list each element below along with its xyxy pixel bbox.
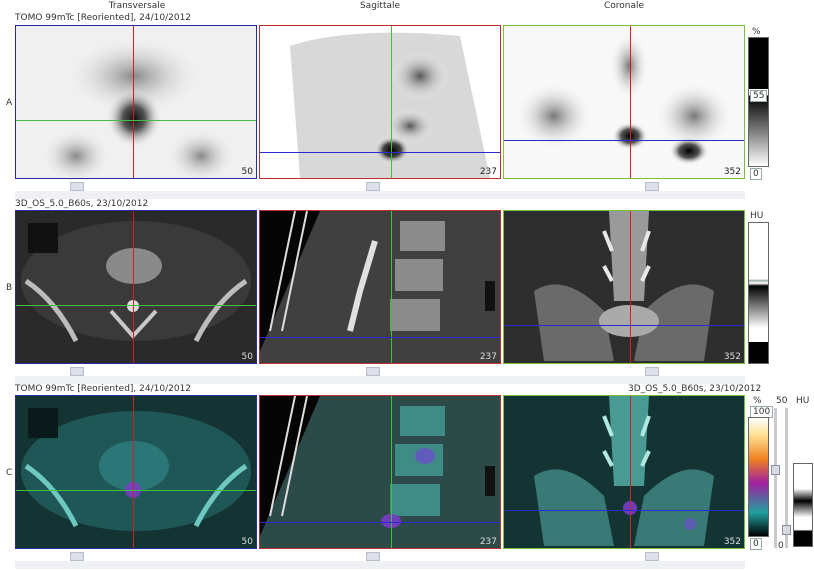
crosshair-vertical xyxy=(391,396,392,548)
opacity-slider-track[interactable] xyxy=(774,408,777,548)
scale-c-unit-right: HU xyxy=(796,396,810,406)
viewport-a-transverse[interactable]: 50 xyxy=(15,25,257,179)
crosshair-vertical xyxy=(391,26,392,178)
scale-a-mid[interactable]: 55 xyxy=(750,90,768,102)
scroll-tab-c-sagittal[interactable] xyxy=(366,552,380,561)
scroll-tab-c-coronal[interactable] xyxy=(645,552,659,561)
crosshair-vertical xyxy=(391,211,392,363)
scroll-tab-b-transverse[interactable] xyxy=(70,367,84,376)
viewport-b-transverse[interactable]: 50 xyxy=(15,210,257,364)
slice-number: 237 xyxy=(479,352,497,362)
viewport-a-coronal[interactable]: 352 xyxy=(503,25,745,179)
scale-a-min[interactable]: 0 xyxy=(750,168,762,180)
column-header-transverse: Transversale xyxy=(108,1,166,11)
scale-c-unit-left: % xyxy=(753,396,762,406)
crosshair-horizontal xyxy=(16,120,256,121)
row-b-separator xyxy=(15,376,745,384)
scale-c-colorbar-right xyxy=(793,463,813,547)
scroll-tab-a-transverse[interactable] xyxy=(70,182,84,191)
ct-transverse-image xyxy=(16,211,256,363)
opacity-slider-knob-upper[interactable] xyxy=(771,465,780,475)
row-a-separator xyxy=(15,191,745,199)
spect-coronal-image xyxy=(504,26,744,178)
crosshair-horizontal xyxy=(260,337,500,338)
column-header-sagittal: Sagittale xyxy=(359,1,401,11)
row-c-header-right: 3D_OS_5.0_B60s, 23/10/2012 xyxy=(628,384,762,394)
scroll-tab-b-coronal[interactable] xyxy=(645,367,659,376)
fusion-transverse-image xyxy=(16,396,256,548)
ct-sagittal-image xyxy=(260,211,500,363)
crosshair-vertical xyxy=(133,211,134,363)
slice-number: 50 xyxy=(241,352,253,362)
viewport-b-coronal[interactable]: 352 xyxy=(503,210,745,364)
crosshair-horizontal xyxy=(504,140,744,141)
scale-a-unit: % xyxy=(752,27,761,37)
crosshair-vertical xyxy=(630,396,631,548)
slice-number: 352 xyxy=(723,167,741,177)
window-slider-knob[interactable] xyxy=(782,525,791,535)
crosshair-vertical xyxy=(133,26,134,178)
crosshair-vertical xyxy=(133,396,134,548)
scroll-tab-a-coronal[interactable] xyxy=(645,182,659,191)
crosshair-horizontal xyxy=(260,522,500,523)
row-b-label: B xyxy=(6,283,13,293)
spect-transverse-image xyxy=(16,26,256,178)
crosshair-horizontal xyxy=(16,490,256,491)
column-header-coronal: Coronale xyxy=(603,1,645,11)
scroll-tab-c-transverse[interactable] xyxy=(70,552,84,561)
viewport-c-transverse[interactable]: 50 xyxy=(15,395,257,549)
slice-number: 50 xyxy=(241,537,253,547)
spect-sagittal-image xyxy=(260,26,500,178)
crosshair-horizontal xyxy=(260,152,500,153)
slice-number: 237 xyxy=(479,167,497,177)
slice-number: 237 xyxy=(479,537,497,547)
fusion-sagittal-image xyxy=(260,396,500,548)
slice-number: 352 xyxy=(723,352,741,362)
row-c-separator xyxy=(15,561,745,569)
scale-c-min-right: 0 xyxy=(778,541,784,551)
crosshair-horizontal xyxy=(504,510,744,511)
scale-b-colorbar xyxy=(748,222,769,364)
crosshair-horizontal xyxy=(504,325,744,326)
scroll-tab-a-sagittal[interactable] xyxy=(366,182,380,191)
slice-number: 50 xyxy=(241,167,253,177)
scale-a-colorbar xyxy=(748,37,769,167)
scale-c-colorbar-left xyxy=(748,417,769,537)
row-b-header: 3D_OS_5.0_B60s, 23/10/2012 xyxy=(15,199,149,209)
scale-c-min-left[interactable]: 0 xyxy=(750,538,762,550)
viewport-c-sagittal[interactable]: 237 xyxy=(259,395,501,549)
crosshair-vertical xyxy=(630,211,631,363)
scroll-tab-b-sagittal[interactable] xyxy=(366,367,380,376)
row-a-header: TOMO 99mTc [Reoriented], 24/10/2012 xyxy=(15,13,192,23)
viewport-a-sagittal[interactable]: 237 xyxy=(259,25,501,179)
viewport-b-sagittal[interactable]: 237 xyxy=(259,210,501,364)
row-c-label: C xyxy=(6,468,13,478)
ct-coronal-image xyxy=(504,211,744,363)
scale-b-unit: HU xyxy=(750,211,764,221)
scale-c-unit-mid: 50 xyxy=(776,396,788,406)
crosshair-vertical xyxy=(630,26,631,178)
fusion-coronal-image xyxy=(504,396,744,548)
crosshair-horizontal xyxy=(16,305,256,306)
row-c-header-left: TOMO 99mTc [Reoriented], 24/10/2012 xyxy=(15,384,192,394)
viewport-c-coronal[interactable]: 352 xyxy=(503,395,745,549)
slice-number: 352 xyxy=(723,537,741,547)
row-a-label: A xyxy=(6,98,13,108)
